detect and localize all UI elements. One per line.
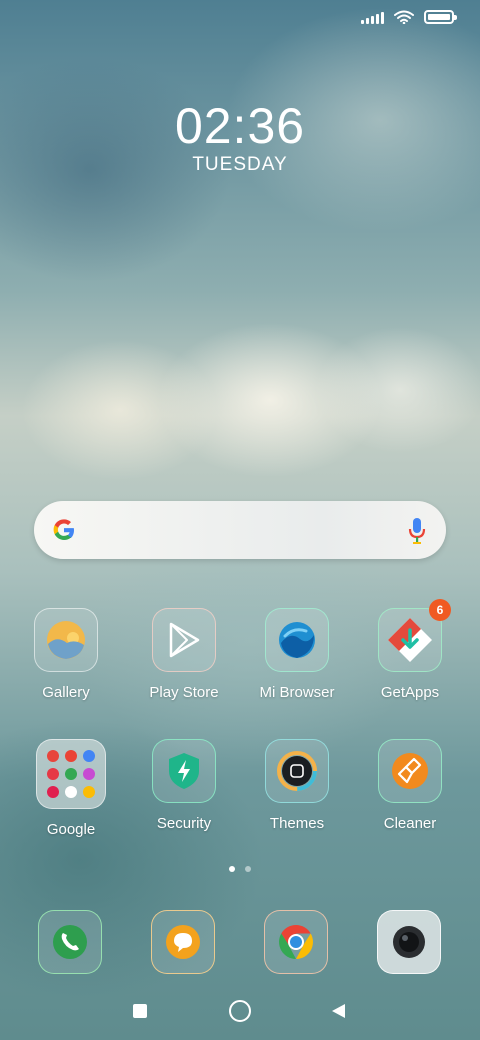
recents-button[interactable]: [133, 1004, 147, 1018]
dock-messaging[interactable]: [150, 910, 216, 976]
chrome-icon: [264, 910, 328, 974]
app-label: Cleaner: [383, 815, 437, 832]
wifi-icon: [394, 10, 414, 24]
google-folder-icon: [36, 739, 106, 809]
app-getapps[interactable]: 6 GetApps: [355, 599, 465, 701]
getapps-icon: 6: [378, 599, 451, 672]
dock-chrome[interactable]: [263, 910, 329, 976]
page-dot-active: [229, 866, 235, 872]
app-label: Mi Browser: [259, 684, 335, 701]
clock-time: 02:36: [174, 98, 306, 154]
security-icon: [152, 739, 216, 803]
google-search-bar[interactable]: [34, 501, 446, 559]
mi-browser-icon: [265, 608, 329, 672]
dock-phone[interactable]: [37, 910, 103, 976]
app-label: Gallery: [42, 684, 90, 701]
navigation-bar: [0, 996, 480, 1026]
gallery-icon: [34, 608, 98, 672]
app-label: Themes: [269, 815, 325, 832]
app-label: Google: [46, 821, 96, 838]
microphone-icon[interactable]: [408, 517, 426, 545]
app-gallery[interactable]: Gallery: [11, 608, 121, 701]
signal-icon: [361, 10, 384, 24]
dock-camera[interactable]: [376, 910, 442, 976]
themes-icon: [265, 739, 329, 803]
back-button[interactable]: [330, 1003, 346, 1019]
cleaner-icon: [378, 739, 442, 803]
app-label: GetApps: [380, 684, 440, 701]
phone-icon: [38, 910, 102, 974]
status-bar: [361, 10, 457, 24]
clock-day: TUESDAY: [192, 154, 288, 175]
notification-badge: 6: [429, 599, 451, 621]
messaging-icon: [151, 910, 215, 974]
app-label: Play Store: [149, 684, 219, 701]
app-security[interactable]: Security: [129, 739, 239, 832]
app-cleaner[interactable]: Cleaner: [355, 739, 465, 832]
app-label: Security: [156, 815, 212, 832]
play-store-icon: [152, 608, 216, 672]
folder-google[interactable]: Google: [16, 739, 126, 838]
app-play-store[interactable]: Play Store: [129, 608, 239, 701]
page-dot: [245, 866, 251, 872]
app-themes[interactable]: Themes: [242, 739, 352, 832]
page-indicator: [0, 866, 480, 872]
camera-icon: [377, 910, 441, 974]
battery-icon: [424, 10, 457, 24]
home-button[interactable]: [229, 1000, 251, 1022]
app-mi-browser[interactable]: Mi Browser: [242, 608, 352, 701]
google-logo-icon: [53, 519, 74, 540]
clock-widget[interactable]: 02:36 TUESDAY: [0, 98, 480, 176]
